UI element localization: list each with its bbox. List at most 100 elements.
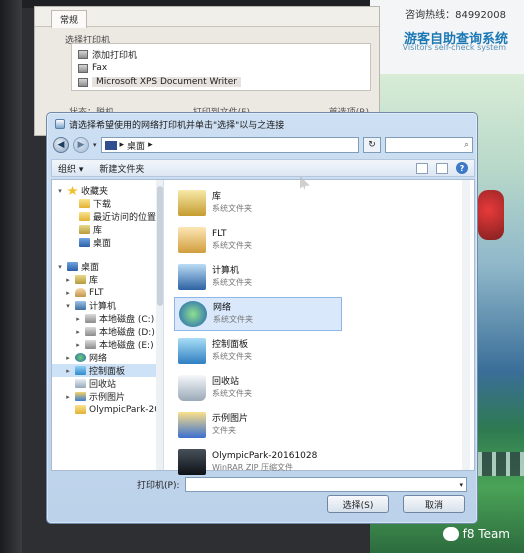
tab-general[interactable]: 常规: [51, 10, 88, 28]
chevron-right-icon[interactable]: ▸: [74, 315, 82, 323]
file-type: 系统文件夹: [212, 389, 252, 398]
nav-item[interactable]: 最近访问的位置: [52, 210, 156, 223]
file-item[interactable]: 计算机 系统文件夹: [174, 260, 342, 294]
organize-menu[interactable]: 组织 ▾: [58, 162, 83, 175]
nav-item[interactable]: ▸ 本地磁盘 (D:): [52, 325, 155, 338]
printer-icon: [78, 77, 88, 87]
dialog-toolbar: 组织 ▾ 新建文件夹 ?: [51, 159, 475, 177]
nav-item[interactable]: ▸ 网络: [52, 351, 107, 364]
file-text: 示例图片 文件夹: [212, 413, 248, 437]
nav-item[interactable]: ▸ 控制面板: [52, 364, 162, 377]
new-folder-button[interactable]: 新建文件夹: [99, 162, 144, 175]
printer-name-combobox[interactable]: ▾: [185, 477, 467, 492]
cancel-button[interactable]: 取消: [403, 495, 465, 513]
file-name: 计算机: [212, 266, 240, 276]
printer-item[interactable]: Microsoft XPS Document Writer: [78, 76, 241, 88]
chevron-right-icon[interactable]: ▸: [74, 341, 82, 349]
file-name: FLT: [212, 229, 227, 239]
search-icon: ⌕: [463, 140, 469, 150]
file-text: FLT 系统文件夹: [212, 228, 252, 252]
desk-icon: [79, 238, 90, 247]
nav-item-label: 本地磁盘 (D:): [99, 328, 155, 338]
nav-item[interactable]: ▸ FLT: [52, 286, 103, 299]
chevron-right-icon[interactable]: ▸: [64, 289, 72, 297]
select-button[interactable]: 选择(S): [327, 495, 389, 513]
file-text: 计算机 系统文件夹: [212, 265, 252, 289]
dialog-title: 请选择希望使用的网络打印机并单击"选择"以与之连接: [69, 120, 285, 131]
printer-item[interactable]: 添加打印机: [78, 48, 137, 61]
nav-item-label: 库: [93, 226, 103, 236]
file-item[interactable]: 控制面板 系统文件夹: [174, 334, 342, 368]
pc-icon: [75, 301, 86, 310]
nav-item[interactable]: ▸ 库: [52, 273, 98, 286]
file-item[interactable]: 回收站 系统文件夹: [174, 371, 342, 405]
chevron-right-icon[interactable]: ▸: [64, 367, 72, 375]
nav-scrollbar-thumb[interactable]: [157, 186, 163, 306]
photo-bezel-left: [0, 0, 22, 553]
navigation-pane[interactable]: ▾ 收藏夹 下载 最近访问的位置库桌面 ▾ 桌面 ▸ 库 ▸ FLT ▾ 计算机 ▸ 本地磁盘 (C:) ▸…: [52, 180, 164, 470]
file-text: OlympicPark-20161028 WinRAR ZIP 压缩文件: [212, 450, 317, 474]
file-name: 示例图片: [212, 414, 249, 424]
nav-item[interactable]: ▸ 本地磁盘 (C:): [52, 312, 154, 325]
nav-item[interactable]: ▾ 桌面: [52, 260, 99, 273]
file-text: 控制面板 系统文件夹: [212, 339, 252, 363]
search-input[interactable]: ⌕: [385, 137, 473, 153]
address-arrow-after: ▸: [148, 140, 153, 150]
nav-item[interactable]: ▸ 示例图片: [52, 390, 125, 403]
nav-item-label: 本地磁盘 (E:): [99, 341, 154, 351]
printer-label: 打印机(P):: [137, 481, 180, 491]
nav-scrollbar[interactable]: [156, 180, 163, 470]
nav-item[interactable]: ▾ 收藏夹: [52, 184, 108, 197]
address-text: 桌面: [127, 141, 146, 152]
file-type: WinRAR ZIP 压缩文件: [212, 463, 294, 472]
file-item[interactable]: 示例图片 文件夹: [174, 408, 342, 442]
chevron-down-icon[interactable]: ▾: [56, 187, 64, 195]
file-item[interactable]: OlympicPark-20161028 WinRAR ZIP 压缩文件: [174, 445, 342, 479]
net-icon: [75, 353, 86, 362]
file-name: OlympicPark-20161028: [212, 451, 318, 461]
file-item[interactable]: 库系统文件夹: [174, 186, 342, 220]
back-button[interactable]: ◀: [53, 137, 69, 153]
file-list-scrollbar[interactable]: [462, 180, 470, 470]
desktop-folder-icon: [104, 140, 117, 150]
printer-name-row: 打印机(P): ▾: [137, 477, 467, 492]
printer-item[interactable]: Fax: [78, 62, 107, 74]
file-text: 库系统文件夹: [212, 191, 252, 215]
printer-list[interactable]: 添加打印机 Fax Microsoft XPS Document Writer: [71, 43, 371, 91]
nav-item[interactable]: ▾ 计算机: [52, 299, 116, 312]
file-list[interactable]: 库系统文件夹 FLT 系统文件夹 计算机 系统文件夹 网络 系统文件夹 控制面板 系统文件夹 回收…: [172, 180, 472, 475]
view-options-icon[interactable]: [416, 162, 428, 174]
nav-item[interactable]: OlympicPark-2016: [52, 403, 163, 416]
history-dropdown[interactable]: ▾: [93, 141, 97, 149]
nav-item-label: 本地磁盘 (C:): [99, 315, 155, 325]
chevron-right-icon[interactable]: ▸: [74, 328, 82, 336]
nav-item[interactable]: 下载: [52, 197, 111, 210]
nav-item[interactable]: 桌面: [52, 236, 111, 249]
forward-button[interactable]: ▶: [73, 137, 89, 153]
file-type: 系统文件夹: [212, 204, 252, 213]
desk-icon: [67, 262, 78, 271]
wechat-icon: [442, 527, 459, 541]
file-type: 文件夹: [212, 426, 236, 435]
file-item[interactable]: FLT 系统文件夹: [174, 223, 342, 257]
nav-item[interactable]: 库: [52, 223, 102, 236]
site-brand-en: Visitors self-check system: [402, 43, 506, 52]
chevron-right-icon[interactable]: ▸: [64, 354, 72, 362]
lib-icon: [178, 190, 206, 216]
help-icon[interactable]: ?: [456, 162, 468, 174]
chevron-right-icon[interactable]: ▸: [64, 276, 72, 284]
chevron-down-icon[interactable]: ▾: [56, 263, 64, 271]
disk-icon: [85, 327, 96, 336]
nav-item[interactable]: ▸ 本地磁盘 (E:): [52, 338, 154, 351]
refresh-button[interactable]: ↻: [363, 137, 381, 153]
chevron-down-icon[interactable]: ▾: [64, 302, 72, 310]
address-bar[interactable]: ▸ 桌面 ▸: [100, 137, 359, 153]
chevron-right-icon[interactable]: ▸: [64, 393, 72, 401]
address-arrow: ▸: [119, 140, 125, 150]
file-item[interactable]: 网络 系统文件夹: [174, 297, 342, 331]
fax-icon: [78, 63, 88, 73]
file-type: 系统文件夹: [212, 241, 252, 250]
nav-item[interactable]: 回收站: [52, 377, 116, 390]
file-name: 回收站: [212, 377, 240, 387]
preview-pane-icon[interactable]: [436, 162, 448, 174]
